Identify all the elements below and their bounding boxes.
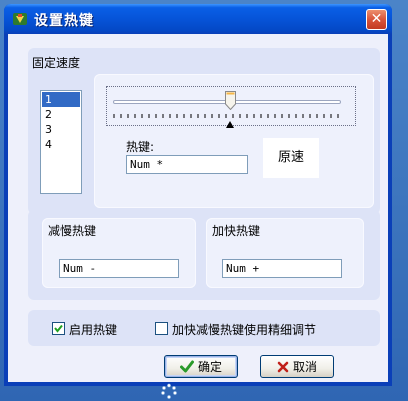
title-bar[interactable]: 设置热键 ✕ bbox=[4, 4, 392, 34]
cancel-button-label: 取消 bbox=[292, 360, 317, 374]
fine-tune-label[interactable]: 加快减慢热键使用精细调节 bbox=[172, 321, 316, 338]
hotkey-settings-dialog: 设置热键 ✕ 固定速度 1 2 3 4 热键: Num * 原速 减慢热键 Nu… bbox=[4, 4, 392, 386]
loading-cursor-icon bbox=[161, 383, 177, 399]
speed-list-item[interactable]: 2 bbox=[42, 107, 80, 122]
close-button[interactable]: ✕ bbox=[366, 9, 387, 30]
speed-list-item[interactable]: 4 bbox=[42, 137, 80, 152]
fine-tune-checkbox[interactable] bbox=[155, 322, 168, 335]
reset-speed-button[interactable]: 原速 bbox=[263, 138, 319, 178]
checkmark-icon bbox=[179, 360, 194, 373]
fixed-speed-header: 固定速度 bbox=[32, 56, 81, 70]
speed-up-header: 加快热键 bbox=[212, 224, 261, 238]
speed-slider-thumb[interactable] bbox=[225, 91, 236, 110]
speed-up-hotkey-input[interactable]: Num + bbox=[222, 259, 342, 278]
cancel-x-icon bbox=[277, 361, 289, 372]
slider-ticks bbox=[113, 114, 339, 118]
fixed-speed-hotkey-input[interactable]: Num * bbox=[126, 155, 248, 174]
ok-button-label: 确定 bbox=[197, 360, 222, 374]
slow-down-header: 减慢热键 bbox=[48, 224, 97, 238]
slow-down-hotkey-input[interactable]: Num - bbox=[59, 259, 179, 278]
speed-list-item[interactable]: 3 bbox=[42, 122, 80, 137]
app-icon bbox=[13, 13, 27, 25]
speed-list-item[interactable]: 1 bbox=[42, 92, 80, 107]
hotkey-label: 热键: bbox=[126, 140, 155, 154]
cancel-button[interactable]: 取消 bbox=[260, 355, 334, 378]
dialog-client-area: 固定速度 1 2 3 4 热键: Num * 原速 减慢热键 Num - 加快热… bbox=[8, 34, 388, 382]
enable-hotkey-checkbox[interactable] bbox=[52, 322, 65, 335]
ok-button[interactable]: 确定 bbox=[164, 355, 238, 378]
speed-list[interactable]: 1 2 3 4 bbox=[40, 90, 82, 194]
checkmark-icon bbox=[54, 324, 63, 333]
slider-position-marker bbox=[226, 121, 234, 128]
enable-hotkey-label[interactable]: 启用热键 bbox=[69, 321, 117, 338]
window-title: 设置热键 bbox=[34, 13, 94, 29]
